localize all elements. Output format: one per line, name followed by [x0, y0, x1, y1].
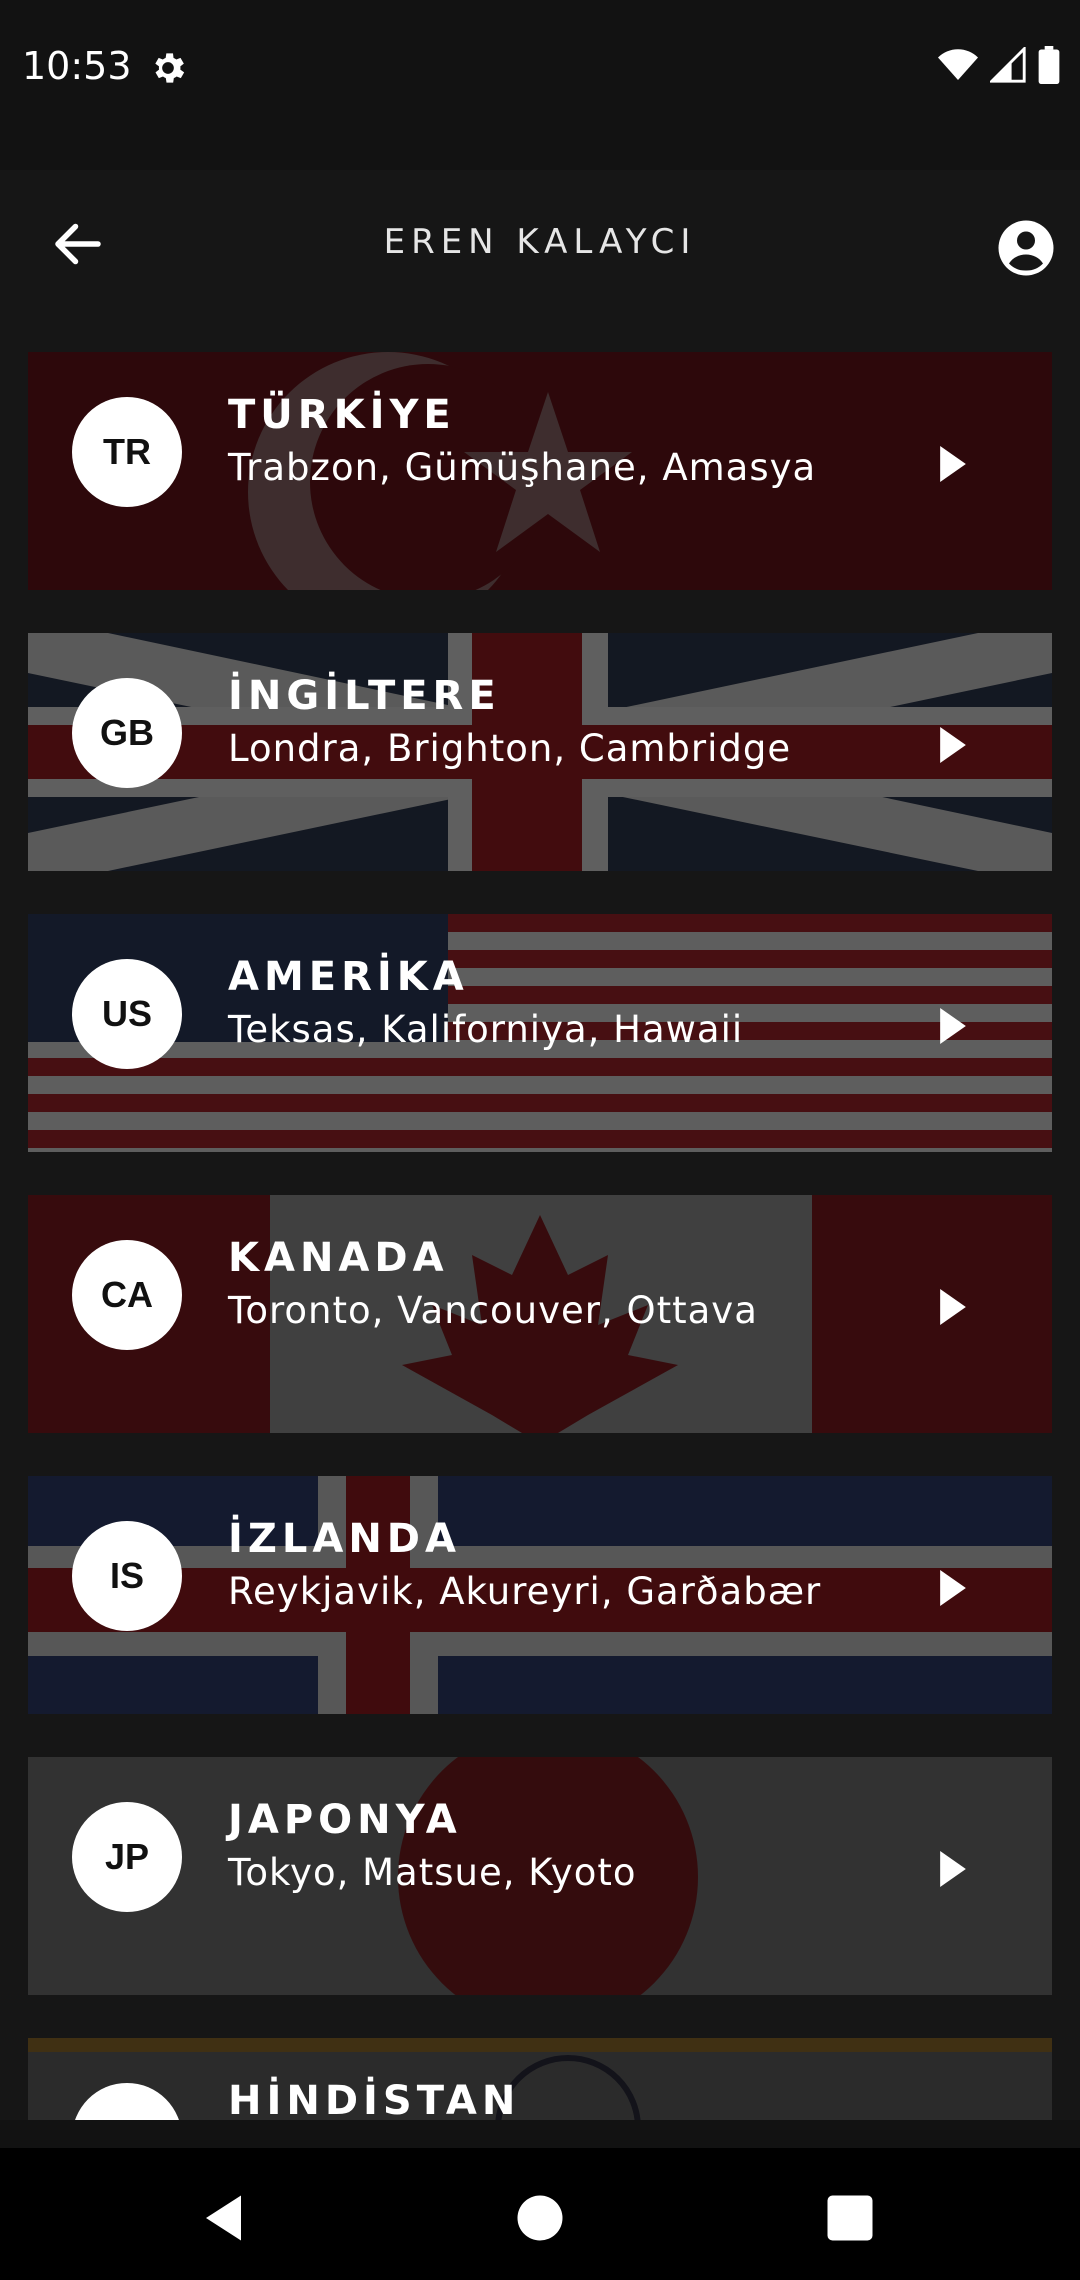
country-cities: Trabzon, Gümüşhane, Amasya: [228, 446, 817, 489]
country-card-us[interactable]: US AMERİKA Teksas, Kaliforniya, Hawaii: [28, 914, 1052, 1152]
country-card-is[interactable]: IS İZLANDA Reykjavik, Akureyri, Garðabær: [28, 1476, 1052, 1714]
country-card-tr[interactable]: TR TÜRKİYE Trabzon, Gümüşhane, Amasya: [28, 352, 1052, 590]
nav-back-icon[interactable]: [196, 2188, 256, 2248]
signal-icon: [990, 47, 1026, 83]
page-title: EREN KALAYCI: [383, 222, 697, 262]
country-name: KANADA: [228, 1235, 449, 1281]
status-time: 10:53: [22, 44, 132, 88]
country-name: TÜRKİYE: [228, 392, 456, 438]
country-code-badge: CA: [72, 1240, 182, 1350]
app-bar: EREN KALAYCI: [0, 170, 1080, 330]
status-bar: 10:53: [0, 0, 1080, 170]
country-name: JAPONYA: [228, 1797, 462, 1843]
gear-icon: [155, 53, 185, 83]
account-circle-icon[interactable]: [996, 218, 1056, 278]
country-code-badge: US: [72, 959, 182, 1069]
country-cities: Reykjavik, Akureyri, Garðabær: [228, 1570, 822, 1613]
country-card-jp[interactable]: JP JAPONYA Tokyo, Matsue, Kyoto: [28, 1757, 1052, 1995]
country-cities: Toronto, Vancouver, Ottava: [228, 1289, 758, 1332]
country-card-gb[interactable]: GB İNGİLTERE Londra, Brighton, Cambridge: [28, 633, 1052, 871]
nav-recents-icon[interactable]: [820, 2188, 880, 2248]
nav-home-icon[interactable]: [510, 2188, 570, 2248]
chevron-right-icon: [940, 727, 966, 763]
country-code-badge: GB: [72, 678, 182, 788]
country-cities: Tokyo, Matsue, Kyoto: [228, 1851, 637, 1894]
country-card-in[interactable]: IN HİNDİSTAN: [28, 2038, 1052, 2120]
chevron-right-icon: [940, 1570, 966, 1606]
country-name: AMERİKA: [228, 954, 469, 1000]
country-code-badge: JP: [72, 1802, 182, 1912]
battery-icon: [1038, 46, 1060, 84]
country-cities: Londra, Brighton, Cambridge: [228, 727, 792, 770]
country-cities: Teksas, Kaliforniya, Hawaii: [228, 1008, 744, 1051]
chevron-right-icon: [940, 446, 966, 482]
screen: 10:53 EREN KALAYCI TR TÜRKİYE Trabzon, G…: [0, 0, 1080, 2280]
chevron-right-icon: [940, 1008, 966, 1044]
country-list: TR TÜRKİYE Trabzon, Gümüşhane, Amasya GB…: [0, 330, 1080, 2120]
country-name: HİNDİSTAN: [228, 2078, 521, 2120]
status-icons: [938, 46, 1060, 84]
country-name: İZLANDA: [228, 1516, 461, 1562]
country-name: İNGİLTERE: [228, 673, 501, 719]
wifi-icon: [938, 49, 978, 80]
chevron-right-icon: [940, 1851, 966, 1887]
country-code-badge: TR: [72, 397, 182, 507]
country-code-badge: IS: [72, 1521, 182, 1631]
country-card-ca[interactable]: CA KANADA Toronto, Vancouver, Ottava: [28, 1195, 1052, 1433]
chevron-right-icon: [940, 1289, 966, 1325]
system-nav-bar: [0, 2148, 1080, 2280]
